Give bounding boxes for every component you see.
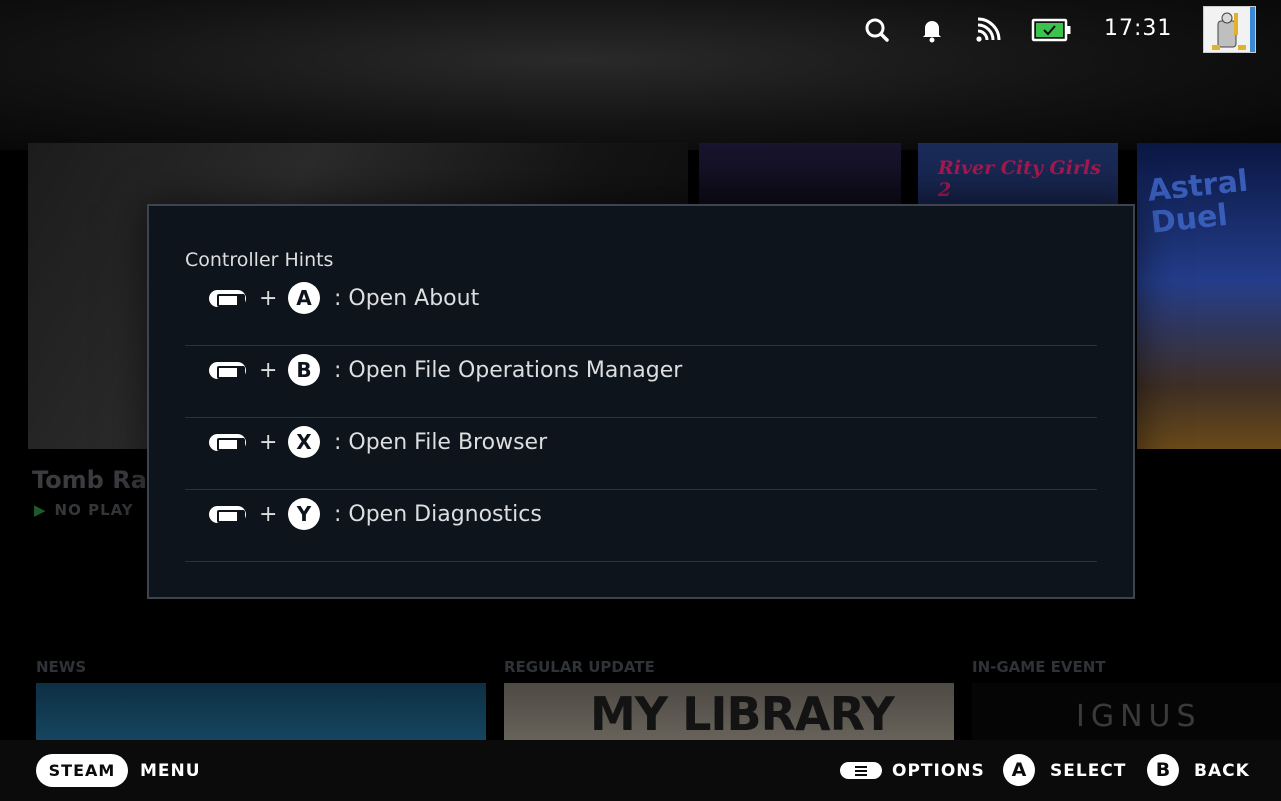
status-bar: 17:31 (0, 0, 1281, 60)
section-regular-update: REGULAR UPDATE (504, 658, 655, 676)
bell-icon[interactable] (917, 15, 947, 45)
quick-access-button-icon (209, 505, 246, 523)
quick-access-button-icon (209, 289, 246, 307)
thumbnail-text: MY LIBRARY (590, 687, 895, 741)
x-button-icon: X (288, 426, 320, 458)
hint-label: : Open File Browser (334, 429, 548, 455)
footer-bar: STEAM MENU OPTIONS A SELECT B BACK (0, 740, 1281, 801)
game-tile-1 (699, 143, 901, 205)
hint-label: : Open File Operations Manager (334, 357, 683, 383)
quick-access-button-icon (209, 433, 246, 451)
section-in-game-event: IN-GAME EVENT (972, 658, 1106, 676)
avatar[interactable] (1203, 6, 1256, 53)
b-button-icon[interactable]: B (1147, 754, 1179, 786)
hint-label: : Open Diagnostics (334, 501, 542, 527)
menu-label[interactable]: MENU (140, 761, 201, 781)
options-label[interactable]: OPTIONS (892, 761, 985, 781)
plus-sign: + (259, 501, 278, 527)
options-button-icon[interactable] (840, 762, 882, 779)
featured-game-title: Tomb Ra (32, 466, 147, 494)
tile-title: River City Girls 2 (938, 157, 1101, 201)
section-news: NEWS (36, 658, 87, 676)
back-label[interactable]: BACK (1194, 761, 1250, 781)
hint-row-file-operations[interactable]: + B : Open File Operations Manager (185, 346, 1097, 418)
battery-icon[interactable] (1031, 15, 1073, 45)
tile-title: Astral Duel (1145, 163, 1250, 241)
b-button-icon: B (288, 354, 320, 386)
a-button-icon: A (288, 282, 320, 314)
clock: 17:31 (1104, 16, 1173, 41)
steam-button[interactable]: STEAM (36, 754, 128, 787)
hint-row-about[interactable]: + A : Open About (185, 264, 1097, 346)
quick-access-button-icon (209, 361, 246, 379)
hint-row-file-browser[interactable]: + X : Open File Browser (185, 418, 1097, 490)
featured-game-status: ▶ NO PLAY (34, 501, 134, 519)
plus-sign: + (259, 285, 278, 311)
y-button-icon: Y (288, 498, 320, 530)
a-button-icon[interactable]: A (1003, 754, 1035, 786)
hint-row-diagnostics[interactable]: + Y : Open Diagnostics (185, 490, 1097, 562)
play-icon: ▶ (34, 501, 47, 519)
search-icon[interactable] (862, 15, 892, 45)
controller-hints-dialog: Controller Hints + A : Open About + B : … (147, 204, 1135, 599)
game-tile-3: Astral Duel (1137, 143, 1281, 449)
plus-sign: + (259, 429, 278, 455)
game-tile-2: River City Girls 2 (918, 143, 1118, 205)
plus-sign: + (259, 357, 278, 383)
hint-label: : Open About (334, 285, 480, 311)
thumbnail-text: IGNUS (1076, 699, 1202, 734)
select-label[interactable]: SELECT (1050, 761, 1126, 781)
wifi-icon[interactable] (973, 15, 1003, 45)
